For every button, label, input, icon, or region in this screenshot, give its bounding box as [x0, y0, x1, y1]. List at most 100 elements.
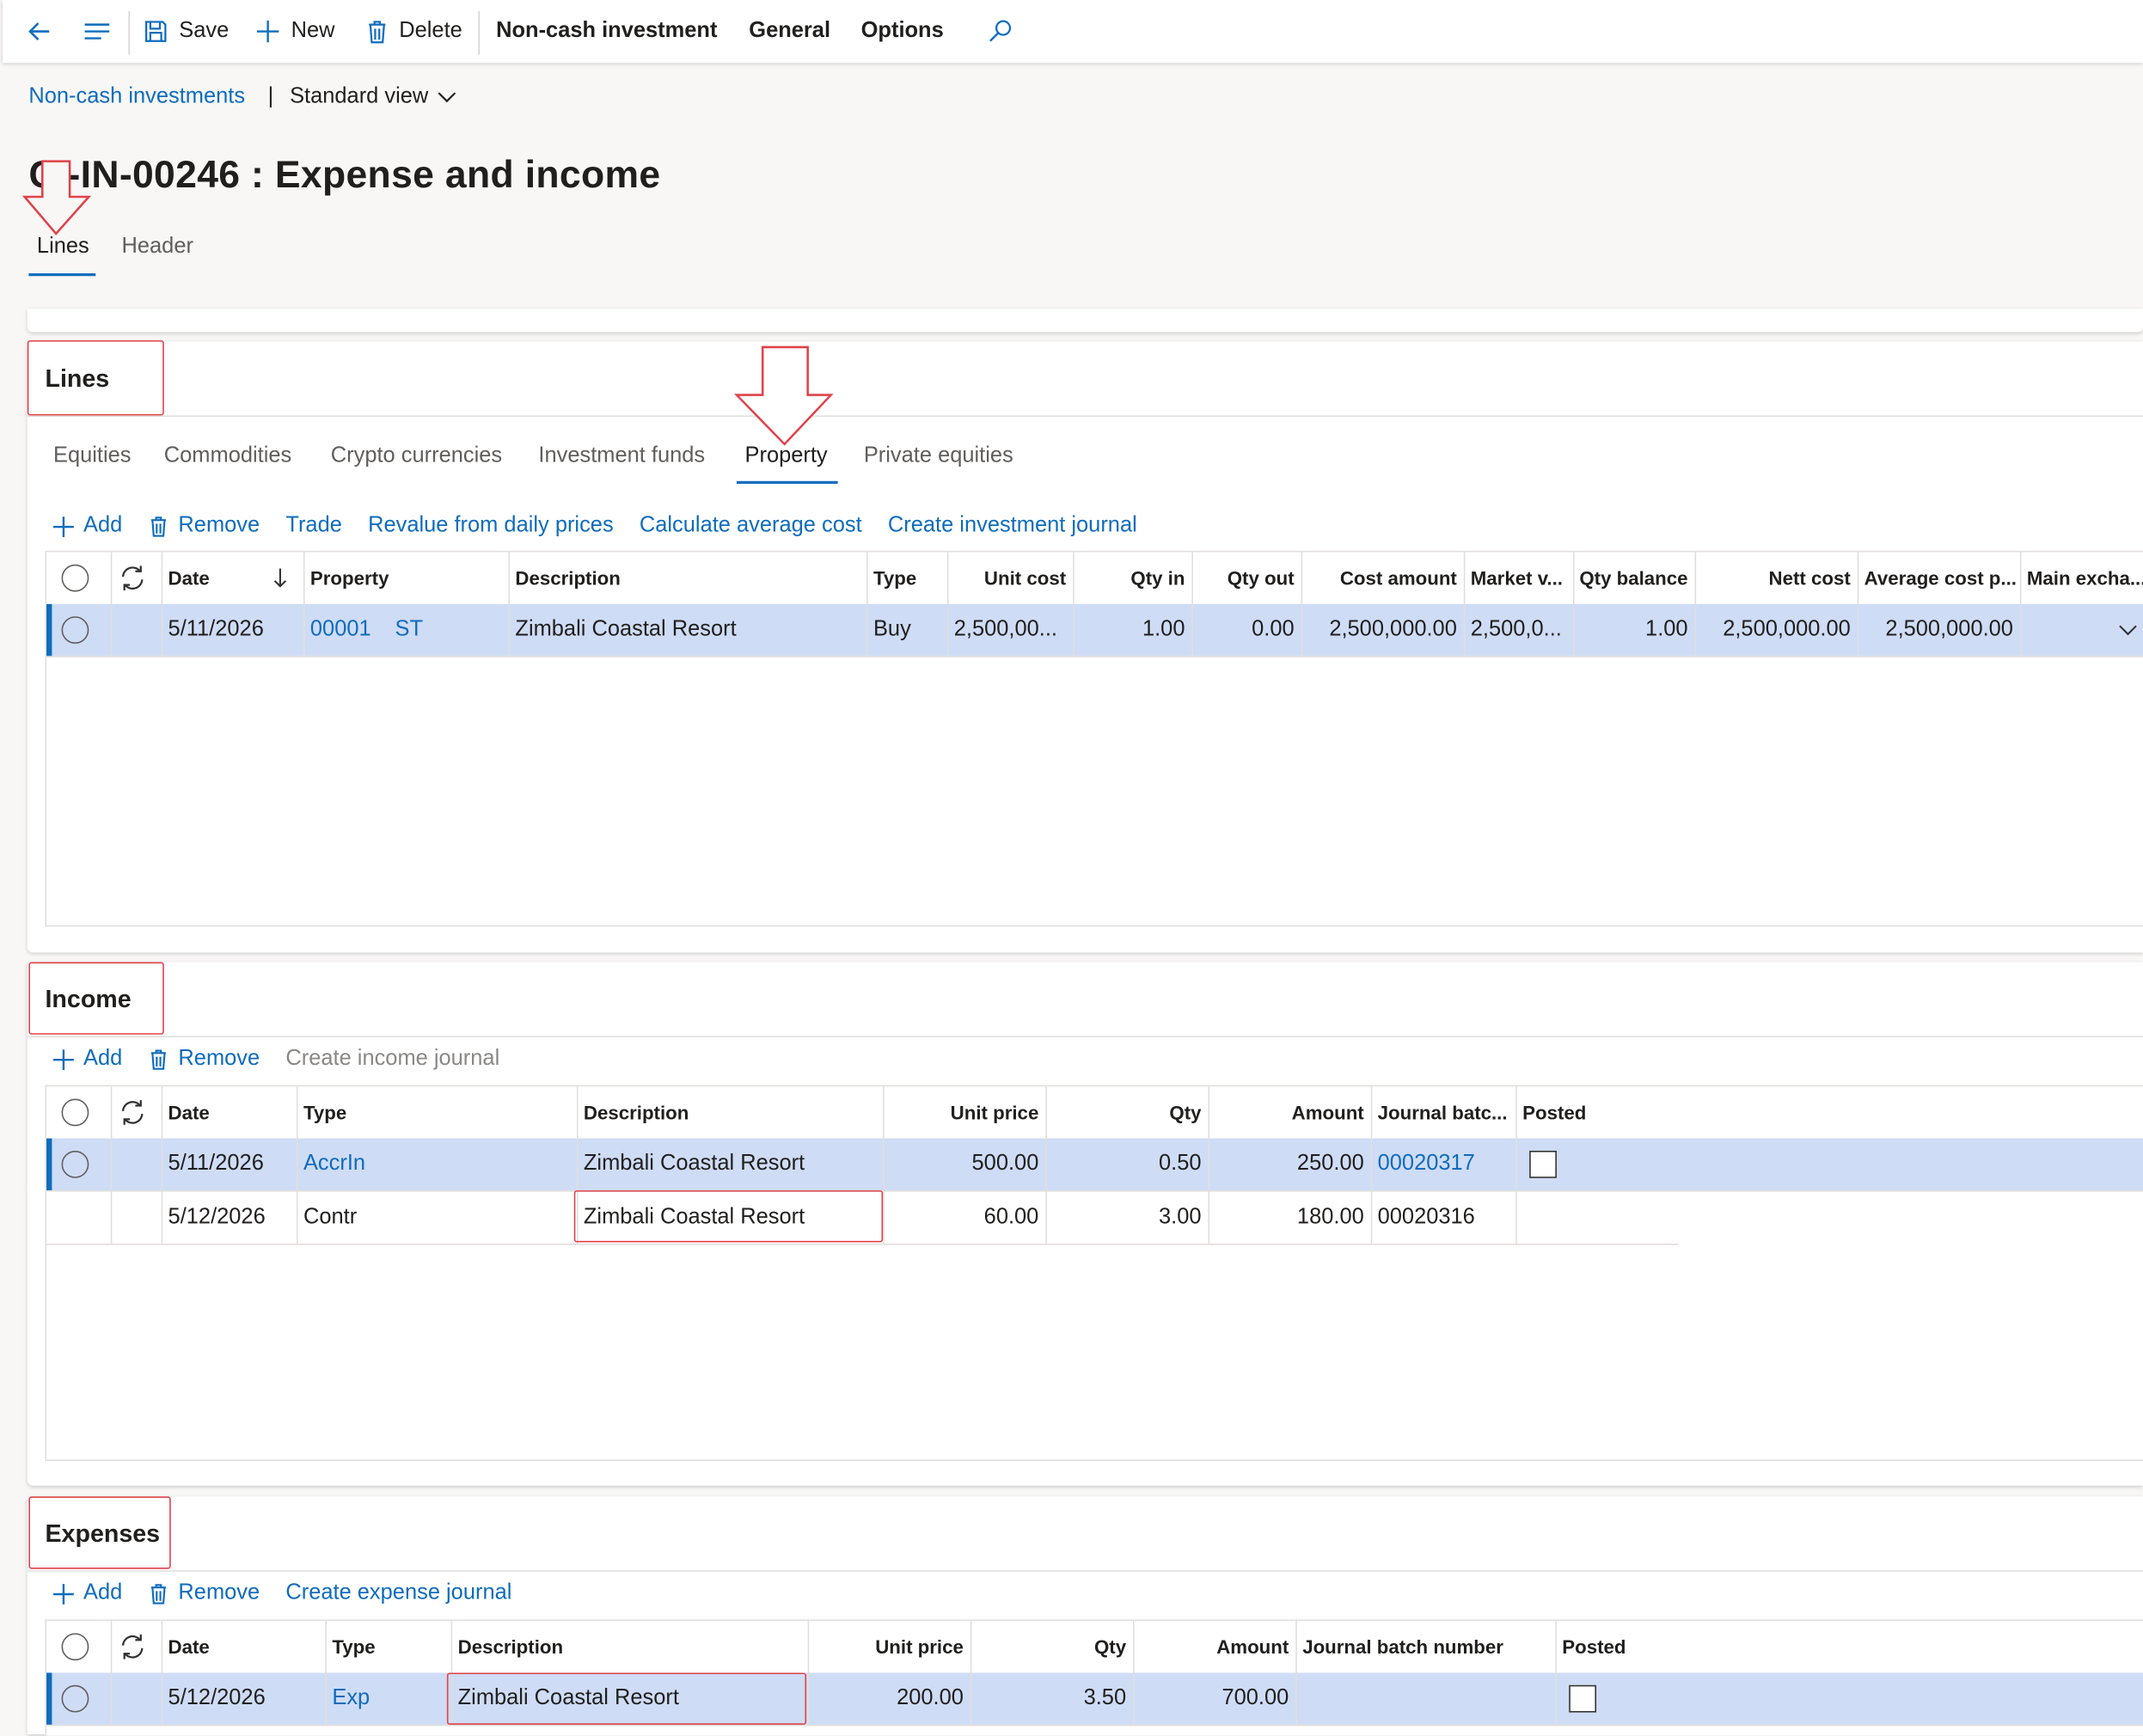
- select-all-radio[interactable]: [61, 1621, 95, 1672]
- cell-journal-link[interactable]: 00020317: [1371, 1139, 1516, 1190]
- col-type[interactable]: Type: [866, 552, 947, 603]
- posted-checkbox[interactable]: [1562, 1672, 1617, 1724]
- cell-journal[interactable]: [1295, 1672, 1555, 1724]
- col-unit-price[interactable]: Unit price: [883, 1086, 1045, 1138]
- calculate-average-cost-button[interactable]: Calculate average cost: [640, 514, 862, 539]
- cell-qty[interactable]: 0.50: [1045, 1139, 1208, 1190]
- cell-qty-balance[interactable]: 1.00: [1573, 604, 1695, 656]
- create-income-journal-button[interactable]: Create income journal: [285, 1047, 499, 1072]
- income-remove-button[interactable]: Remove: [148, 1047, 260, 1072]
- cell-type-link[interactable]: AccrIn: [297, 1139, 577, 1190]
- col-main-exchange[interactable]: Main excha...: [2020, 552, 2143, 603]
- cell-description[interactable]: Zimbali Coastal Resort: [577, 1139, 883, 1190]
- row-select-radio[interactable]: [61, 1139, 95, 1190]
- create-expense-journal-button[interactable]: Create expense journal: [285, 1581, 511, 1606]
- cell-average-cost[interactable]: 2,500,000.00: [1858, 604, 2020, 656]
- col-qty-balance[interactable]: Qty balance: [1573, 552, 1695, 603]
- col-qty[interactable]: Qty: [1045, 1086, 1208, 1138]
- menu-non-cash-investment[interactable]: Non-cash investment: [496, 0, 717, 63]
- menu-general[interactable]: General: [749, 0, 830, 63]
- menu-options[interactable]: Options: [861, 0, 944, 63]
- col-posted[interactable]: Posted: [1555, 1621, 1717, 1672]
- col-amount[interactable]: Amount: [1208, 1086, 1370, 1138]
- lines-section-header[interactable]: Lines: [27, 342, 2143, 418]
- cell-amount[interactable]: 180.00: [1208, 1192, 1370, 1244]
- cell-amount[interactable]: 700.00: [1133, 1672, 1295, 1724]
- delete-button[interactable]: Delete: [365, 0, 462, 63]
- cell-unit-price[interactable]: 200.00: [808, 1672, 970, 1724]
- cell-property-sub[interactable]: ST: [389, 604, 444, 656]
- table-row[interactable]: 5/11/2026 00001 ST Zimbali Coastal Resor…: [46, 603, 2143, 657]
- col-unit-price[interactable]: Unit price: [808, 1621, 970, 1672]
- col-nett-cost[interactable]: Nett cost: [1695, 552, 1858, 603]
- col-cost-amount[interactable]: Cost amount: [1301, 552, 1464, 603]
- select-all-radio[interactable]: [61, 552, 95, 603]
- cell-amount[interactable]: 250.00: [1208, 1139, 1370, 1190]
- cell-type-link[interactable]: Exp: [325, 1672, 450, 1724]
- table-row[interactable]: 5/11/2026 AccrIn Zimbali Coastal Resort …: [46, 1138, 2143, 1191]
- menu-button[interactable]: [82, 0, 112, 63]
- col-market-value[interactable]: Market v...: [1464, 552, 1573, 603]
- cell-property-link[interactable]: 00001: [303, 604, 385, 656]
- cell-main-exchange-dropdown[interactable]: [2020, 604, 2143, 656]
- cell-qty-out[interactable]: 0.00: [1191, 604, 1301, 656]
- col-type[interactable]: Type: [297, 1086, 577, 1138]
- save-button[interactable]: Save: [142, 0, 229, 63]
- table-row[interactable]: 5/12/2026 Contr Zimbali Coastal Resort 6…: [46, 1192, 2143, 1244]
- cell-type[interactable]: Contr: [297, 1192, 577, 1244]
- col-qty-in[interactable]: Qty in: [1073, 552, 1191, 603]
- col-type[interactable]: Type: [325, 1621, 450, 1672]
- create-investment-journal-button[interactable]: Create investment journal: [888, 514, 1137, 539]
- income-add-button[interactable]: Add: [52, 1047, 122, 1072]
- col-description[interactable]: Description: [451, 1621, 808, 1672]
- cell-qty[interactable]: 3.50: [970, 1672, 1133, 1724]
- col-journal-batch-number[interactable]: Journal batch number: [1295, 1621, 1555, 1672]
- subtab-equities[interactable]: Equities: [53, 444, 132, 469]
- row-select-radio[interactable]: [61, 1672, 95, 1724]
- back-button[interactable]: [26, 0, 53, 63]
- cell-qty-in[interactable]: 1.00: [1073, 604, 1191, 656]
- refresh-button[interactable]: [118, 1621, 156, 1672]
- page-tab-lines[interactable]: Lines: [37, 235, 89, 260]
- expenses-section-header[interactable]: Expenses: [27, 1496, 2143, 1572]
- col-posted[interactable]: Posted: [1515, 1086, 1678, 1138]
- col-description[interactable]: Description: [508, 552, 866, 603]
- subtab-commodities[interactable]: Commodities: [164, 444, 291, 469]
- new-button[interactable]: New: [254, 0, 335, 63]
- cell-qty[interactable]: 3.00: [1045, 1192, 1208, 1244]
- trade-button[interactable]: Trade: [285, 514, 342, 539]
- lines-remove-button[interactable]: Remove: [148, 514, 260, 539]
- page-tab-header[interactable]: Header: [122, 235, 193, 260]
- col-description[interactable]: Description: [577, 1086, 883, 1138]
- subtab-private-equities[interactable]: Private equities: [864, 444, 1013, 469]
- cell-unit-price[interactable]: 500.00: [883, 1139, 1045, 1190]
- view-selector[interactable]: Standard view: [290, 85, 457, 110]
- col-date[interactable]: Date: [162, 1621, 326, 1672]
- breadcrumb-link[interactable]: Non-cash investments: [28, 85, 245, 110]
- cell-date[interactable]: 5/11/2026: [162, 1139, 297, 1190]
- select-all-radio[interactable]: [61, 1086, 95, 1138]
- cell-date[interactable]: 5/11/2026: [162, 604, 303, 656]
- col-amount[interactable]: Amount: [1133, 1621, 1295, 1672]
- search-button[interactable]: [987, 0, 1014, 63]
- cell-description[interactable]: Zimbali Coastal Resort: [508, 604, 866, 656]
- cell-journal[interactable]: 00020316: [1371, 1192, 1516, 1244]
- col-date[interactable]: Date: [162, 1086, 297, 1138]
- lines-add-button[interactable]: Add: [52, 514, 122, 539]
- expenses-remove-button[interactable]: Remove: [148, 1581, 260, 1606]
- table-row[interactable]: 5/12/2026 Exp Zimbali Coastal Resort 200…: [46, 1672, 2143, 1725]
- subtab-crypto-currencies[interactable]: Crypto currencies: [331, 444, 502, 469]
- cell-market-value[interactable]: 2,500,0...: [1464, 604, 1573, 656]
- cell-date[interactable]: 5/12/2026: [162, 1672, 326, 1724]
- refresh-button[interactable]: [118, 552, 156, 603]
- expenses-add-button[interactable]: Add: [52, 1581, 122, 1606]
- col-qty[interactable]: Qty: [970, 1621, 1133, 1672]
- posted-checkbox[interactable]: [1522, 1139, 1577, 1190]
- col-unit-cost[interactable]: Unit cost: [947, 552, 1073, 603]
- col-qty-out[interactable]: Qty out: [1191, 552, 1301, 603]
- row-select-radio[interactable]: [61, 604, 95, 656]
- col-property[interactable]: Property: [303, 552, 508, 603]
- cell-date[interactable]: 5/12/2026: [162, 1192, 297, 1244]
- col-average-cost[interactable]: Average cost p...: [1858, 552, 2020, 603]
- refresh-button[interactable]: [118, 1086, 156, 1138]
